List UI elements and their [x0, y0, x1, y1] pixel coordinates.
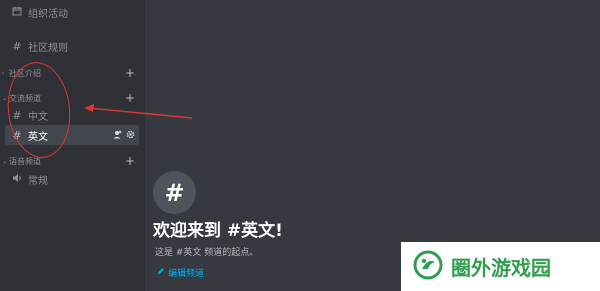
edit-channel-link[interactable]: 编辑频道: [157, 266, 204, 279]
pencil-icon: [157, 267, 165, 278]
edit-channel-label: 编辑频道: [168, 269, 205, 279]
watermark-text: 圈外游戏园: [451, 256, 551, 280]
watermark: 圈外游戏园: [401, 242, 600, 291]
welcome-title: 欢迎来到 #英文!: [153, 221, 283, 241]
welcome-subtitle: 这是 #英文 频道的起点。: [155, 248, 259, 258]
channel-hash-badge: #: [153, 171, 196, 214]
watermark-logo-icon: [413, 250, 443, 284]
app-window: 组织活动 # 社区规则 › 社区介绍 + ⌄ 交流频道 + # 中文 # 英文: [0, 0, 600, 291]
